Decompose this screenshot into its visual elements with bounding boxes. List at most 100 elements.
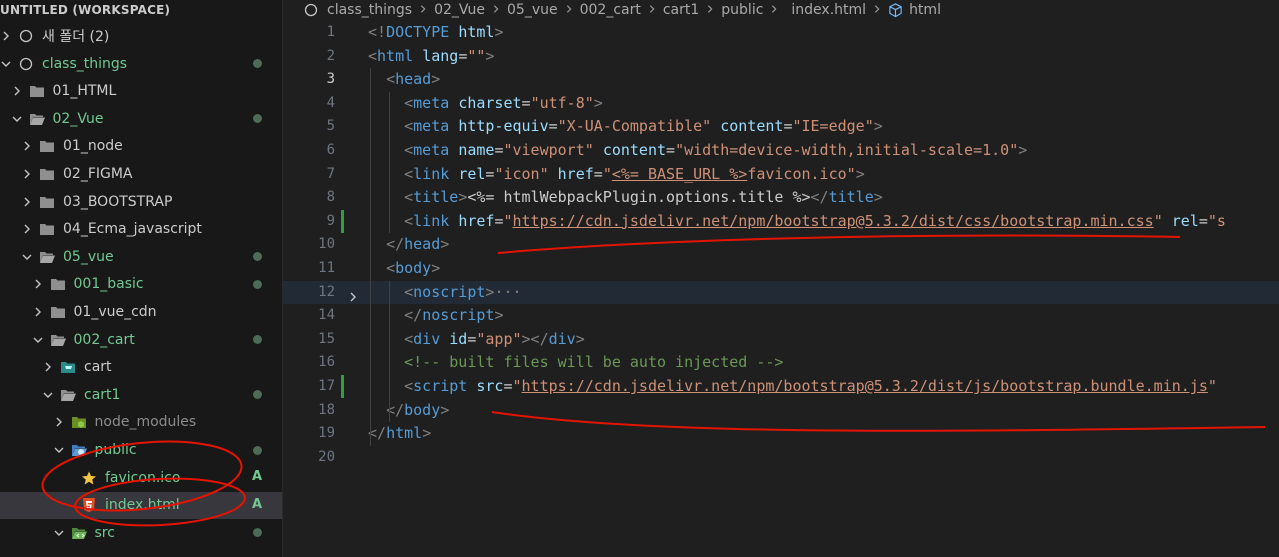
code-line[interactable]: 3 <head>	[283, 68, 1279, 92]
code-line[interactable]: 6 <meta name="viewport" content="width=d…	[283, 139, 1279, 163]
tree-item[interactable]: favicon.ico A	[0, 464, 282, 491]
fold-chevron-right-icon[interactable]	[347, 287, 359, 302]
tree-item[interactable]: 001_basic	[0, 271, 282, 298]
breadcrumb-item[interactable]: 002_cart	[580, 2, 641, 18]
no-chevron	[63, 472, 75, 484]
workspace-title[interactable]: UNTITLED (WORKSPACE)	[0, 0, 282, 20]
breadcrumb-item[interactable]: 02_Vue	[434, 2, 485, 18]
code-token: charset	[458, 93, 522, 112]
chevron-right-icon[interactable]	[21, 196, 33, 208]
code-line[interactable]: 9 <link href = "https://cdn.jsdelivr.net/n…	[283, 209, 1279, 234]
tree-item[interactable]: public	[0, 437, 282, 464]
code-token: meta	[413, 141, 450, 159]
tree-item[interactable]: 02_FIGMA	[0, 161, 282, 188]
code-line[interactable]: 10 </head>	[283, 233, 1279, 257]
code-line[interactable]: 8 <title><%= htmlWebpackPlugin.options.t…	[283, 186, 1279, 210]
git-modified-dot	[253, 114, 262, 124]
code-token: http-equiv	[458, 117, 549, 136]
chevron-right-icon[interactable]	[21, 223, 33, 235]
tree-item-label: 03_BOOTSTRAP	[63, 193, 173, 210]
tree-item[interactable]: 04_Ecma_javascript	[0, 216, 282, 243]
code-token: >	[873, 117, 883, 136]
tree-item[interactable]: 05_vue	[0, 243, 282, 270]
chevron-down-icon[interactable]	[53, 444, 65, 456]
tree-item[interactable]: index.html A	[0, 491, 282, 519]
breadcrumb-item[interactable]: html	[909, 2, 941, 18]
tree-item-label: 05_vue	[63, 248, 114, 265]
tree-item-label: src	[94, 524, 115, 541]
chevron-right-icon[interactable]	[42, 361, 54, 373]
chevron-down-icon[interactable]	[0, 58, 12, 70]
chevron-right-icon[interactable]	[53, 416, 65, 428]
code-token: >	[440, 400, 450, 419]
code-line[interactable]: 2 <html lang="">	[283, 45, 1279, 69]
workspace-folder-icon[interactable]	[303, 3, 319, 17]
code-line[interactable]: 19 </html>	[283, 422, 1279, 446]
code-line[interactable]: 17 <script src="https://cdn.jsdelivr.net…	[283, 375, 1279, 399]
code-line[interactable]: 15 <div id="app"></div>	[283, 328, 1279, 352]
tree-item[interactable]: cart1	[0, 381, 282, 408]
code-token: <	[368, 46, 378, 65]
breadcrumb-item[interactable]: cart1	[663, 2, 699, 18]
chevron-right-icon[interactable]	[0, 30, 12, 42]
tree-item[interactable]: 새 폴더 (2)	[0, 23, 282, 50]
tree-item[interactable]: cart	[0, 354, 282, 381]
code-line[interactable]: 7 <link rel="icon" href="<%= BASE_URL %>…	[283, 163, 1279, 187]
tree-item[interactable]: 02_Vue	[0, 105, 282, 132]
tree-item[interactable]: src	[0, 519, 282, 546]
chevron-down-icon[interactable]	[42, 389, 54, 401]
code-line[interactable]: 12 <noscript>···	[283, 280, 1279, 305]
code-token: =	[458, 46, 468, 65]
breadcrumb-item[interactable]: index.html	[791, 2, 866, 18]
tree-item[interactable]: 03_BOOTSTRAP	[0, 188, 282, 215]
workspace-folder-icon	[18, 57, 34, 71]
code-text: </head>	[368, 233, 449, 257]
folder-open-icon	[60, 388, 76, 402]
code-text: <link href = "https://cdn.jsdelivr.net/npm…	[368, 210, 1226, 234]
code-line[interactable]: 1 <!DOCTYPE html>	[283, 21, 1279, 45]
code-token: html	[386, 424, 423, 443]
breadcrumb-item[interactable]: class_things	[327, 2, 412, 18]
git-status-badge: A	[251, 496, 262, 512]
indent-guide	[370, 68, 371, 446]
tree-item[interactable]: class_things	[0, 50, 282, 77]
tree-item[interactable]: 01_HTML	[0, 78, 282, 105]
tree-item[interactable]: 002_cart	[0, 326, 282, 353]
chevron-right-icon[interactable]	[11, 85, 23, 97]
chevron-right-icon[interactable]	[21, 168, 33, 180]
chevron-down-icon[interactable]	[21, 251, 33, 263]
code-line[interactable]: 14 </noscript>	[283, 304, 1279, 328]
code-token: <	[404, 282, 414, 301]
code-token: >	[440, 235, 450, 254]
code-line[interactable]: 18 </body>	[283, 399, 1279, 423]
code-token: <	[386, 70, 396, 89]
tree-item[interactable]: node_modules	[0, 409, 282, 436]
chevron-down-icon[interactable]	[11, 113, 23, 125]
chevron-right-icon[interactable]	[21, 140, 33, 152]
breadcrumb-item[interactable]: 05_vue	[507, 2, 558, 18]
code-line[interactable]: 4 <meta charset="utf-8">	[283, 92, 1279, 116]
code-line[interactable]: 5 <meta http-equiv="X-UA-Compatible" con…	[283, 115, 1279, 139]
chevron-right-icon[interactable]	[32, 306, 44, 318]
git-added-gutter	[341, 209, 344, 233]
chevron-down-icon[interactable]	[32, 334, 44, 346]
code-line[interactable]: 16 <!-- built files will be auto injecte…	[283, 351, 1279, 375]
tree-item[interactable]: 01_node	[0, 133, 282, 160]
chevron-right-icon[interactable]	[32, 278, 44, 290]
code-token: <	[404, 188, 414, 207]
code-text: <div id="app"></div>	[368, 328, 585, 352]
chevron-down-icon[interactable]	[53, 527, 65, 539]
code-token: <!	[368, 23, 387, 41]
code-line[interactable]: 20	[283, 446, 1279, 470]
git-status-badge: A	[251, 469, 262, 485]
tree-item[interactable]: 01_vue_cdn	[0, 299, 282, 326]
folder-icon	[39, 195, 55, 209]
breadcrumb-item[interactable]: public	[721, 2, 763, 18]
tree-item-label: public	[94, 442, 137, 458]
code-line[interactable]: 11 <body>	[283, 257, 1279, 281]
code-token: <%= htmlWebpackPlugin.options.title %>	[467, 188, 811, 207]
line-number: 7	[326, 165, 335, 182]
